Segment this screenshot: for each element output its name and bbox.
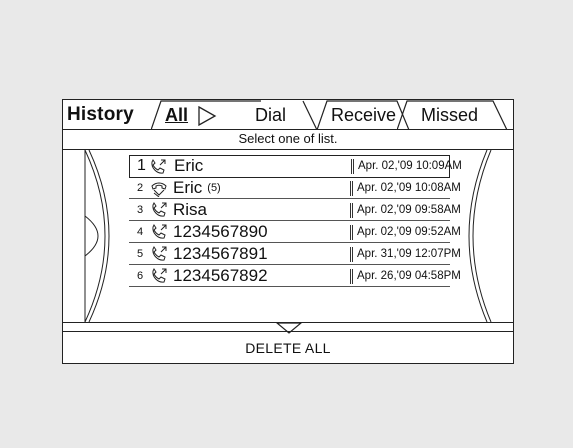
row-index: 4 <box>137 226 144 238</box>
list-item[interactable]: 6 1234567892 Apr. 26,'09 04:58PM <box>129 266 461 287</box>
page-title: History <box>67 104 134 125</box>
call-date: Apr. 02,'09 10:09AM <box>351 159 462 174</box>
outgoing-call-icon <box>152 202 167 217</box>
tab-all-label: All <box>165 105 189 125</box>
row-index: 5 <box>137 248 144 260</box>
contact-name: Eric <box>174 156 204 175</box>
call-date: Apr. 02,'09 09:52AM <box>350 225 461 240</box>
tab-dial-label: Dial <box>255 105 287 125</box>
contact-name: 1234567890 <box>173 222 268 241</box>
tab-dial[interactable]: Dial <box>243 100 323 130</box>
outgoing-call-icon <box>152 268 167 283</box>
tab-missed[interactable]: Missed <box>397 100 513 130</box>
play-arrow-icon <box>198 106 217 126</box>
row-index: 6 <box>137 270 144 282</box>
contact-name: Risa <box>173 200 208 219</box>
call-history-list: 1 Eric Apr. 02,'09 10:09AM 2 Eric (5) Apr… <box>63 150 513 322</box>
outgoing-call-icon <box>152 246 167 261</box>
row-index: 1 <box>137 157 146 174</box>
left-scroll-handle <box>84 215 99 257</box>
call-date: Apr. 26,'09 04:58PM <box>350 269 461 284</box>
left-side-panel <box>84 150 110 322</box>
contact-name: Eric (5) <box>173 178 221 197</box>
row-index: 2 <box>137 182 144 194</box>
list-item[interactable]: 4 1234567890 Apr. 02,'09 09:52AM <box>129 222 461 243</box>
header: History All Dial Receive Missed <box>63 100 513 130</box>
row-index: 3 <box>137 204 144 216</box>
outgoing-call-icon <box>152 224 167 239</box>
missed-call-icon <box>151 182 167 197</box>
footer-divider-lower <box>63 331 513 332</box>
instruction-text: Select one of list. <box>238 131 338 146</box>
list-item[interactable]: 1 Eric Apr. 02,'09 10:09AM <box>129 155 462 178</box>
delete-all-button[interactable]: DELETE ALL <box>63 340 513 356</box>
scroll-down-icon[interactable] <box>275 322 303 334</box>
header-divider <box>63 129 513 130</box>
outgoing-call-icon <box>151 159 166 174</box>
phone-history-screen: History All Dial Receive Missed Select o… <box>62 99 514 364</box>
call-date: Apr. 02,'09 09:58AM <box>350 203 461 218</box>
contact-name: 1234567891 <box>173 244 268 263</box>
tab-receive-label: Receive <box>331 105 397 125</box>
tab-missed-label: Missed <box>421 105 479 125</box>
call-date: Apr. 02,'09 10:08AM <box>350 181 461 196</box>
list-item[interactable]: 5 1234567891 Apr. 31,'09 12:07PM <box>129 244 461 265</box>
list-item[interactable]: 2 Eric (5) Apr. 02,'09 10:08AM <box>129 178 461 199</box>
call-date: Apr. 31,'09 12:07PM <box>350 247 461 262</box>
contact-name: 1234567892 <box>173 266 268 285</box>
list-item[interactable]: 3 Risa Apr. 02,'09 09:58AM <box>129 200 461 221</box>
